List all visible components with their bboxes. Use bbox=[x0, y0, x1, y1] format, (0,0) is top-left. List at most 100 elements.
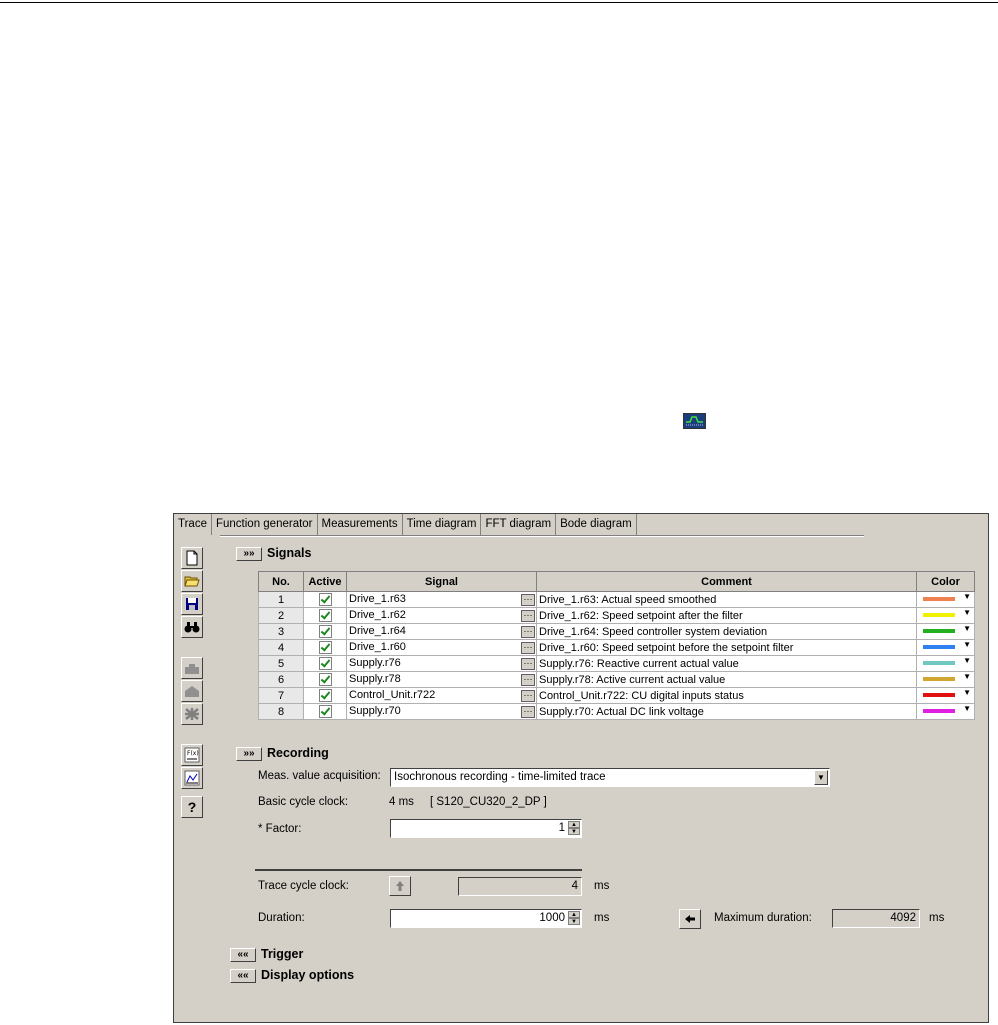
chevron-down-icon: ▼ bbox=[963, 704, 971, 714]
signal-name: Supply.r76 bbox=[349, 657, 401, 669]
active-checkbox[interactable] bbox=[318, 657, 332, 670]
chart-icon bbox=[184, 770, 200, 786]
recording-separator bbox=[255, 869, 582, 871]
active-cell[interactable] bbox=[303, 607, 347, 624]
tab-trace[interactable]: Trace bbox=[174, 514, 212, 535]
color-select[interactable]: ▼ bbox=[916, 639, 975, 656]
arrow-left-icon bbox=[685, 915, 695, 923]
duration-value: 1000 bbox=[539, 912, 565, 924]
active-cell[interactable] bbox=[303, 671, 347, 688]
color-select[interactable]: ▼ bbox=[916, 671, 975, 688]
active-checkbox[interactable] bbox=[318, 593, 332, 606]
color-select[interactable]: ▼ bbox=[916, 655, 975, 672]
trace-cycle-field: 4 bbox=[458, 877, 582, 896]
signal-cell[interactable]: Drive_1.r62 ··· bbox=[346, 607, 537, 624]
browse-signal-button[interactable]: ··· bbox=[521, 642, 535, 654]
browse-signal-button[interactable]: ··· bbox=[521, 594, 535, 606]
chevron-down-icon: ▼ bbox=[963, 688, 971, 698]
max-duration-field: 4092 bbox=[832, 909, 920, 928]
tab-measurements[interactable]: Measurements bbox=[318, 514, 403, 535]
duration-stepper[interactable]: 1000 ▲ ▼ bbox=[390, 909, 582, 928]
recording-expand-button[interactable]: »» bbox=[236, 747, 262, 761]
browse-signal-button[interactable]: ··· bbox=[521, 658, 535, 670]
active-cell[interactable] bbox=[303, 623, 347, 640]
tab-fft-diagram[interactable]: FFT diagram bbox=[481, 514, 557, 535]
duration-label: Duration: bbox=[258, 912, 305, 924]
duration-spin-buttons[interactable]: ▲ ▼ bbox=[568, 911, 580, 926]
active-cell[interactable] bbox=[303, 655, 347, 672]
col-active[interactable]: Active bbox=[303, 571, 347, 592]
signal-comment: Supply.r70: Actual DC link voltage bbox=[539, 705, 704, 718]
signal-cell[interactable]: Supply.r70 ··· bbox=[346, 703, 537, 720]
table-row[interactable]: 2 Drive_1.r62 ··· Drive_1.r62: Speed setpoi… bbox=[258, 607, 975, 624]
table-row[interactable]: 8 Supply.r70 ··· Supply.r70: Actual DC link… bbox=[258, 703, 975, 720]
signal-cell[interactable]: Supply.r76 ··· bbox=[346, 655, 537, 672]
col-signal[interactable]: Signal bbox=[346, 571, 537, 592]
display-options-collapse-button[interactable]: «« bbox=[230, 969, 256, 983]
signal-comment: Drive_1.r63: Actual speed smoothed bbox=[539, 593, 717, 606]
chevron-down-icon[interactable]: ▼ bbox=[814, 770, 828, 785]
table-row[interactable]: 6 Supply.r78 ··· Supply.r78: Active current… bbox=[258, 671, 975, 688]
browse-signal-button[interactable]: ··· bbox=[521, 626, 535, 638]
signal-comment: Drive_1.r64: Speed controller system dev… bbox=[539, 625, 768, 638]
active-checkbox[interactable] bbox=[318, 609, 332, 622]
help-button[interactable]: ? bbox=[181, 796, 203, 818]
color-select[interactable]: ▼ bbox=[916, 591, 975, 608]
active-cell[interactable] bbox=[303, 687, 347, 704]
factor-spin-buttons[interactable]: ▲ ▼ bbox=[568, 821, 580, 836]
active-checkbox[interactable] bbox=[318, 625, 332, 638]
active-checkbox[interactable] bbox=[318, 689, 332, 702]
color-select[interactable]: ▼ bbox=[916, 687, 975, 704]
col-comment[interactable]: Comment bbox=[536, 571, 917, 592]
open-button[interactable] bbox=[181, 570, 203, 592]
tab-time-diagram[interactable]: Time diagram bbox=[403, 514, 482, 535]
apply-max-duration-button[interactable] bbox=[679, 909, 701, 929]
color-select[interactable]: ▼ bbox=[916, 607, 975, 624]
tab-bode-diagram[interactable]: Bode diagram bbox=[556, 514, 637, 535]
device-3-button[interactable] bbox=[181, 703, 203, 725]
table-row[interactable]: 3 Drive_1.r64 ··· Drive_1.r64: Speed contro… bbox=[258, 623, 975, 640]
signal-cell[interactable]: Supply.r78 ··· bbox=[346, 671, 537, 688]
active-checkbox[interactable] bbox=[318, 641, 332, 654]
active-cell[interactable] bbox=[303, 703, 347, 720]
meas-acquisition-value: Isochronous recording - time-limited tra… bbox=[394, 771, 606, 783]
device-2-button[interactable] bbox=[181, 680, 203, 702]
browse-signal-button[interactable]: ··· bbox=[521, 690, 535, 702]
table-row[interactable]: 7 Control_Unit.r722 ··· Control_Unit.r722: … bbox=[258, 687, 975, 704]
new-button[interactable] bbox=[181, 547, 203, 569]
signal-cell[interactable]: Drive_1.r60 ··· bbox=[346, 639, 537, 656]
table-row[interactable]: 5 Supply.r76 ··· Supply.r76: Reactive curre… bbox=[258, 655, 975, 672]
signals-expand-button[interactable]: »» bbox=[236, 547, 262, 561]
signal-cell[interactable]: Drive_1.r63 ··· bbox=[346, 591, 537, 608]
active-cell[interactable] bbox=[303, 591, 347, 608]
color-select[interactable]: ▼ bbox=[916, 703, 975, 720]
color-select[interactable]: ▼ bbox=[916, 623, 975, 640]
active-cell[interactable] bbox=[303, 639, 347, 656]
new-icon bbox=[186, 550, 198, 566]
browse-signal-button[interactable]: ··· bbox=[521, 610, 535, 622]
signal-cell[interactable]: Drive_1.r64 ··· bbox=[346, 623, 537, 640]
signal-comment: Supply.r76: Reactive current actual valu… bbox=[539, 657, 739, 670]
active-checkbox[interactable] bbox=[318, 705, 332, 718]
formula-button[interactable]: F(x) bbox=[181, 744, 203, 766]
table-row[interactable]: 1 Drive_1.r63 ··· Drive_1.r63: Actual speed… bbox=[258, 591, 975, 608]
signal-cell[interactable]: Control_Unit.r722 ··· bbox=[346, 687, 537, 704]
trace-cycle-up-button[interactable] bbox=[389, 876, 411, 896]
meas-acquisition-select[interactable]: Isochronous recording - time-limited tra… bbox=[390, 768, 830, 787]
tab-function-generator[interactable]: Function generator bbox=[212, 514, 318, 535]
browse-signal-button[interactable]: ··· bbox=[521, 674, 535, 686]
active-checkbox[interactable] bbox=[318, 673, 332, 686]
chart-button[interactable] bbox=[181, 767, 203, 789]
device-1-button[interactable] bbox=[181, 657, 203, 679]
col-color[interactable]: Color bbox=[916, 571, 975, 592]
comment-cell: Supply.r76: Reactive current actual valu… bbox=[536, 655, 917, 672]
comment-cell: Drive_1.r64: Speed controller system dev… bbox=[536, 623, 917, 640]
factor-stepper[interactable]: 1 ▲ ▼ bbox=[390, 819, 582, 838]
signal-name: Drive_1.r64 bbox=[349, 625, 406, 637]
trigger-collapse-button[interactable]: «« bbox=[230, 948, 256, 962]
save-button[interactable] bbox=[181, 593, 203, 615]
table-row[interactable]: 4 Drive_1.r60 ··· Drive_1.r60: Speed setpoi… bbox=[258, 639, 975, 656]
browse-signal-button[interactable]: ··· bbox=[521, 706, 535, 718]
col-no[interactable]: No. bbox=[258, 571, 304, 592]
find-button[interactable] bbox=[181, 616, 203, 638]
